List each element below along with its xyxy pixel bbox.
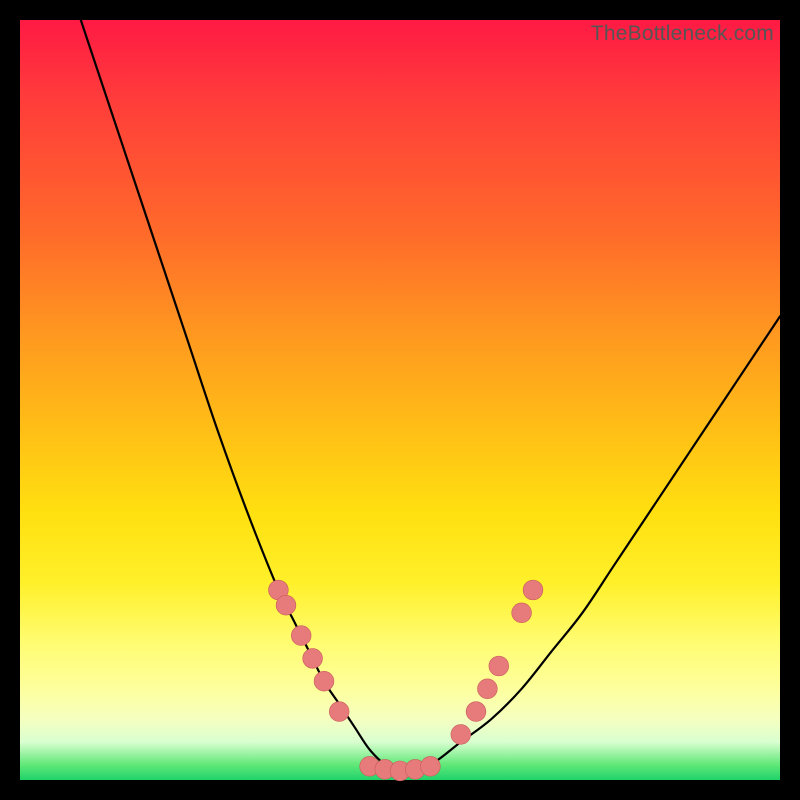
marker-dot bbox=[478, 679, 498, 699]
marker-dot bbox=[523, 580, 543, 600]
marker-dot bbox=[466, 702, 486, 722]
left-curve-path bbox=[81, 20, 400, 776]
marker-dot bbox=[451, 725, 471, 745]
right-dot-group bbox=[451, 580, 543, 744]
marker-dot bbox=[512, 603, 532, 623]
chart-frame: TheBottleneck.com bbox=[0, 0, 800, 800]
marker-dot bbox=[329, 702, 349, 722]
marker-dot bbox=[276, 595, 296, 615]
right-curve-path bbox=[400, 316, 780, 776]
bottom-dot-group bbox=[360, 756, 441, 780]
curve-svg bbox=[20, 20, 780, 780]
marker-dot bbox=[421, 756, 441, 776]
marker-dot bbox=[303, 649, 323, 669]
marker-dot bbox=[489, 656, 509, 676]
plot-area: TheBottleneck.com bbox=[20, 20, 780, 780]
marker-dot bbox=[291, 626, 311, 646]
marker-dot bbox=[314, 671, 334, 691]
